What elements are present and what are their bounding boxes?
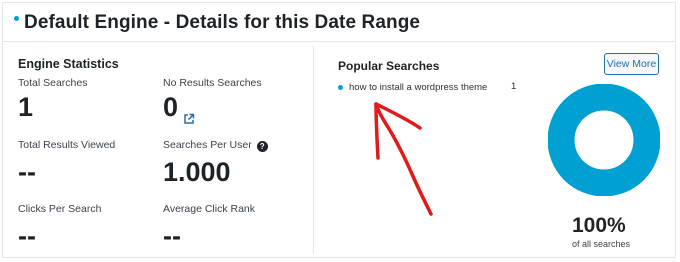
search-term[interactable]: how to install a wordpress theme xyxy=(349,82,487,93)
bullet-dot-icon xyxy=(14,15,19,21)
panel-header: Default Engine - Details for this Date R… xyxy=(14,10,420,36)
percent-caption: of all searches xyxy=(572,239,631,249)
search-term-count: 1 xyxy=(511,81,517,92)
searches-per-user-value: 1.000 xyxy=(163,157,231,187)
donut-slice xyxy=(548,84,660,196)
engine-statistics-title: Engine Statistics xyxy=(18,57,119,71)
percent-value: 100% xyxy=(572,214,626,237)
average-click-rank-value: -- xyxy=(163,221,181,251)
question-icon[interactable]: ? xyxy=(256,141,268,152)
total-results-viewed-value: -- xyxy=(18,157,36,187)
searches-per-user-label-wrap: Searches Per User? xyxy=(163,139,268,152)
searches-per-user-label: Searches Per User xyxy=(163,139,252,151)
total-searches-value: 1 xyxy=(18,92,34,122)
header-divider xyxy=(2,41,676,42)
no-results-searches-value-wrap: 0 xyxy=(163,92,195,124)
no-results-searches-value: 0 xyxy=(163,92,179,122)
popular-searches-title: Popular Searches xyxy=(338,59,440,73)
list-item[interactable]: how to install a wordpress theme xyxy=(338,80,487,94)
view-more-button[interactable]: View More xyxy=(604,53,659,75)
no-results-searches-label: No Results Searches xyxy=(163,77,262,89)
external-link-icon[interactable] xyxy=(183,101,195,124)
searches-donut-chart xyxy=(548,84,660,196)
column-divider xyxy=(313,46,314,254)
bullet-dot-icon xyxy=(338,84,343,90)
average-click-rank-label: Average Click Rank xyxy=(163,203,256,215)
total-searches-label: Total Searches xyxy=(18,77,88,89)
clicks-per-search-value: -- xyxy=(18,221,36,251)
total-results-viewed-label: Total Results Viewed xyxy=(18,139,116,151)
page-title: Default Engine - Details for this Date R… xyxy=(24,12,421,33)
clicks-per-search-label: Clicks Per Search xyxy=(18,203,102,215)
